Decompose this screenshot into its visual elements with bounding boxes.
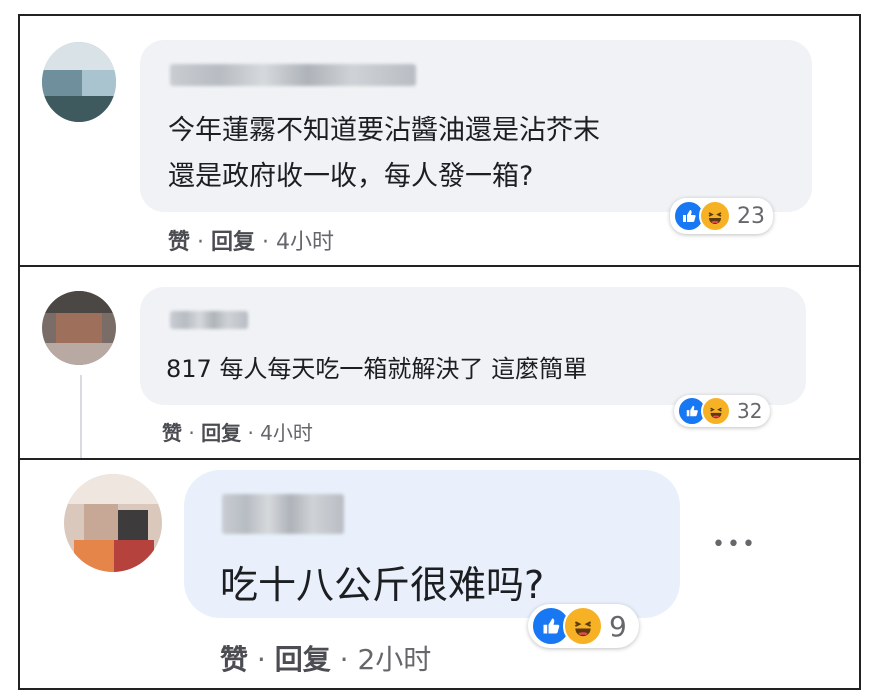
haha-icon	[701, 396, 731, 426]
author-name-redacted[interactable]	[170, 64, 416, 86]
comment-panel-1: 今年蓮霧不知道要沾醬油還是沾芥末 還是政府收一收，每人發一箱? 23 赞 · 回…	[18, 14, 861, 269]
comment-text: 817 每人每天吃一箱就解決了 這麼簡單	[166, 355, 588, 383]
thread-line	[80, 375, 82, 458]
comment-panel-2: 817 每人每天吃一箱就解決了 這麼簡單 32 赞 · 回复 · 4小时	[18, 265, 861, 460]
avatar[interactable]	[64, 474, 162, 572]
reaction-count: 9	[609, 609, 627, 643]
comment-actions: 赞 · 回复 · 2小时	[220, 638, 431, 678]
comment-actions: 赞 · 回复 · 4小时	[168, 224, 334, 256]
author-name-redacted[interactable]	[222, 494, 344, 534]
haha-icon	[699, 200, 731, 232]
avatar[interactable]	[42, 42, 116, 122]
separator: ·	[197, 230, 205, 255]
reply-button[interactable]: 回复	[201, 421, 241, 445]
reply-button[interactable]: 回复	[275, 643, 331, 676]
haha-icon	[563, 606, 603, 646]
reaction-count: 23	[737, 203, 765, 229]
comment-bubble: 今年蓮霧不知道要沾醬油還是沾芥末 還是政府收一收，每人發一箱?	[140, 40, 812, 212]
timestamp[interactable]: 4小时	[276, 230, 334, 255]
comment-actions: 赞 · 回复 · 4小时	[162, 417, 313, 446]
comment-bubble: 吃十八公斤很难吗?	[184, 470, 680, 618]
reply-button[interactable]: 回复	[211, 230, 255, 255]
like-button[interactable]: 赞	[220, 643, 248, 676]
author-name-redacted[interactable]	[170, 311, 248, 329]
separator: ·	[262, 230, 270, 255]
separator: ·	[188, 421, 195, 445]
comment-bubble: 817 每人每天吃一箱就解決了 這麼簡單	[140, 287, 806, 405]
separator: ·	[339, 643, 349, 676]
like-button[interactable]: 赞	[162, 421, 182, 445]
reaction-summary[interactable]: 9	[528, 604, 639, 648]
avatar[interactable]	[42, 291, 116, 365]
reaction-summary[interactable]: 23	[670, 198, 773, 234]
timestamp[interactable]: 4小时	[260, 421, 313, 445]
separator: ·	[256, 643, 266, 676]
timestamp[interactable]: 2小时	[357, 643, 431, 676]
more-options-button[interactable]: •••	[712, 532, 757, 557]
separator: ·	[247, 421, 254, 445]
reaction-count: 32	[737, 399, 763, 423]
comment-panel-3: 吃十八公斤很难吗? ••• 9 赞 · 回复 · 2小时	[18, 458, 861, 690]
comment-text-line-2: 還是政府收一收，每人發一箱?	[168, 161, 534, 192]
like-button[interactable]: 赞	[168, 230, 190, 255]
comment-text-line-1: 今年蓮霧不知道要沾醬油還是沾芥末	[168, 115, 600, 146]
comment-text: 吃十八公斤很难吗?	[220, 563, 545, 607]
reaction-summary[interactable]: 32	[674, 395, 771, 427]
